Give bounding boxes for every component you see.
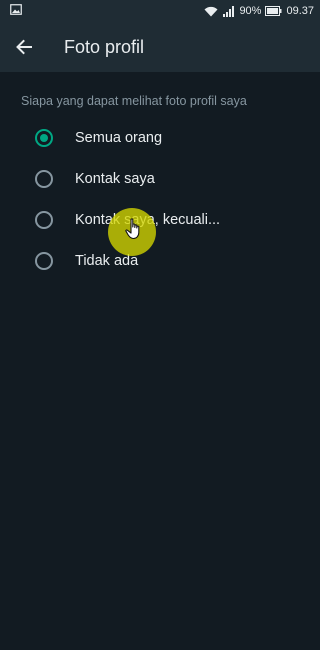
- battery-percent: 90%: [239, 5, 262, 17]
- option-kontak-saya[interactable]: Kontak saya: [0, 160, 320, 198]
- radio-button-checked[interactable]: [35, 129, 53, 147]
- radio-button[interactable]: [35, 211, 53, 229]
- option-semua-orang[interactable]: Semua orang: [0, 119, 320, 157]
- hand-pointer-icon: [125, 218, 143, 240]
- battery-icon: [265, 6, 282, 16]
- option-kontak-saya-kecuali[interactable]: Kontak saya, kecuali...: [0, 201, 320, 239]
- back-button[interactable]: [10, 33, 38, 61]
- option-label: Semua orang: [75, 130, 163, 146]
- radio-button[interactable]: [35, 252, 53, 270]
- screen: 90% 09.37 Foto profil Siapa yang dapat m…: [0, 0, 320, 650]
- wifi-icon: [204, 6, 218, 17]
- signal-icon: [222, 5, 235, 17]
- app-bar: Foto profil: [0, 22, 320, 72]
- option-label: Kontak saya: [75, 171, 155, 187]
- page-title: Foto profil: [64, 37, 145, 57]
- status-bar: 90% 09.37: [0, 0, 320, 22]
- section-label: Siapa yang dapat melihat foto profil say…: [21, 94, 247, 108]
- image-icon: [10, 4, 22, 15]
- radio-button[interactable]: [35, 170, 53, 188]
- option-tidak-ada[interactable]: Tidak ada: [0, 242, 320, 280]
- arrow-left-icon: [15, 38, 33, 56]
- clock: 09.37: [286, 5, 314, 17]
- status-icons: 90% 09.37: [204, 4, 314, 18]
